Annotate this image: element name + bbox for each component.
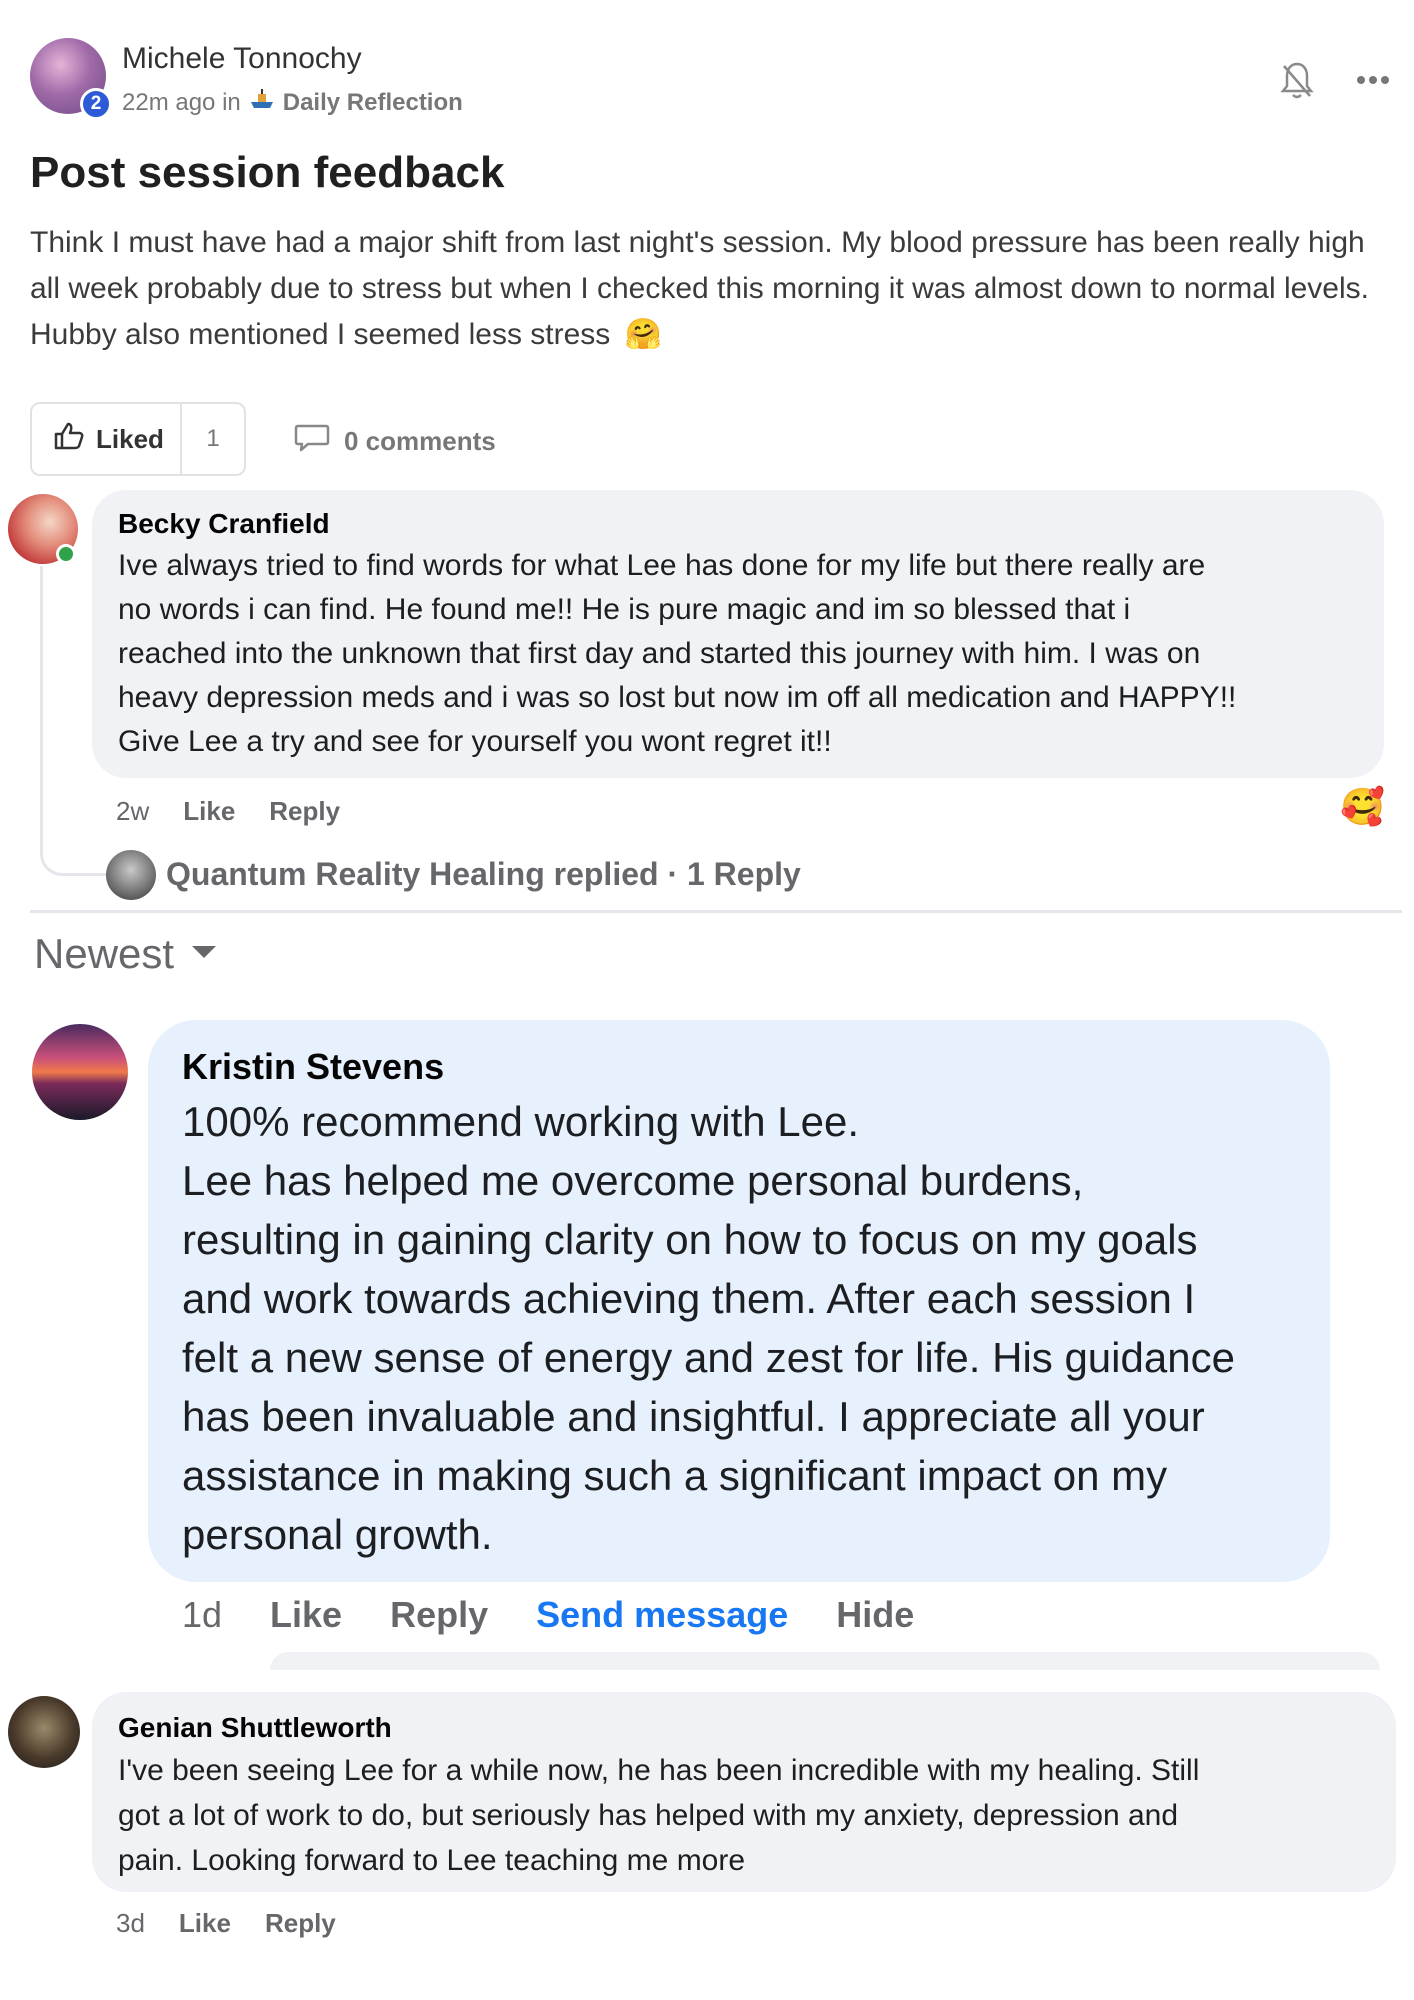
post-body-line: all week probably due to stress but when… xyxy=(30,272,1369,305)
send-message-button[interactable]: Send message xyxy=(536,1594,788,1636)
post-title: Post session feedback xyxy=(30,148,505,197)
post-body-line-last: Hubby also mentioned I seemed less stres… xyxy=(30,318,662,351)
author-name[interactable]: Michele Tonnochy xyxy=(122,42,362,76)
genian-reply-button[interactable]: Reply xyxy=(265,1908,336,1939)
kristin-name[interactable]: Kristin Stevens xyxy=(182,1046,444,1088)
liked-label: Liked xyxy=(96,423,164,454)
hide-button[interactable]: Hide xyxy=(836,1594,914,1636)
sort-dropdown[interactable]: Newest xyxy=(34,930,218,978)
cropped-edge xyxy=(270,1652,1380,1670)
category-icon xyxy=(249,88,275,117)
post-meta: 22m ago in Daily Reflection xyxy=(122,88,463,117)
genian-like-button[interactable]: Like xyxy=(179,1908,231,1939)
post-time: 22m ago in xyxy=(122,88,241,116)
genian-actions: 3d Like Reply xyxy=(116,1908,336,1939)
kristin-comment-text: 100% recommend working with Lee. Lee has… xyxy=(182,1098,1235,1558)
genian-avatar[interactable] xyxy=(8,1696,80,1768)
becky-actions: 2w Like Reply xyxy=(116,796,340,827)
view-replies-link[interactable]: Quantum Reality Healing replied · 1 Repl… xyxy=(166,856,801,893)
kristin-actions: 1d Like Reply Send message Hide xyxy=(182,1594,914,1636)
hug-emoji: 🤗 xyxy=(624,318,662,351)
becky-comment-text: Ive always tried to find words for what … xyxy=(118,549,1237,758)
comments-count-label: 0 comments xyxy=(344,426,496,456)
author-level-badge: 2 xyxy=(80,88,112,120)
comment-icon xyxy=(294,422,330,461)
online-status-dot xyxy=(56,544,76,564)
comments-link[interactable]: 0 comments xyxy=(294,422,496,461)
bell-off-icon[interactable] xyxy=(1280,60,1314,105)
like-count[interactable]: 1 xyxy=(182,425,244,453)
becky-reply-button[interactable]: Reply xyxy=(269,796,340,827)
like-button-group[interactable]: Liked 1 xyxy=(30,402,246,476)
reaction-emoji[interactable]: 🥰 xyxy=(1340,786,1385,828)
genian-comment-text: I've been seeing Lee for a while now, he… xyxy=(118,1754,1200,1877)
sort-label: Newest xyxy=(34,930,175,977)
post-body: Think I must have had a major shift from… xyxy=(30,220,1410,358)
kristin-like-button[interactable]: Like xyxy=(270,1594,342,1636)
category-link[interactable]: Daily Reflection xyxy=(283,89,463,117)
liked-button[interactable]: Liked xyxy=(32,404,182,474)
post-body-line: Think I must have had a major shift from… xyxy=(30,226,1365,259)
kristin-avatar[interactable] xyxy=(32,1024,128,1120)
chevron-down-icon xyxy=(190,944,218,965)
thumbs-up-icon xyxy=(54,422,84,457)
genian-time: 3d xyxy=(116,1908,145,1938)
more-icon[interactable] xyxy=(1356,72,1390,90)
kristin-time: 1d xyxy=(182,1594,223,1635)
kristin-reply-button[interactable]: Reply xyxy=(390,1594,488,1636)
genian-name[interactable]: Genian Shuttleworth xyxy=(118,1712,392,1744)
becky-name[interactable]: Becky Cranfield xyxy=(118,508,330,540)
replier-avatar[interactable] xyxy=(106,850,156,900)
becky-time: 2w xyxy=(116,796,150,826)
becky-like-button[interactable]: Like xyxy=(183,796,235,827)
section-divider xyxy=(30,910,1402,913)
